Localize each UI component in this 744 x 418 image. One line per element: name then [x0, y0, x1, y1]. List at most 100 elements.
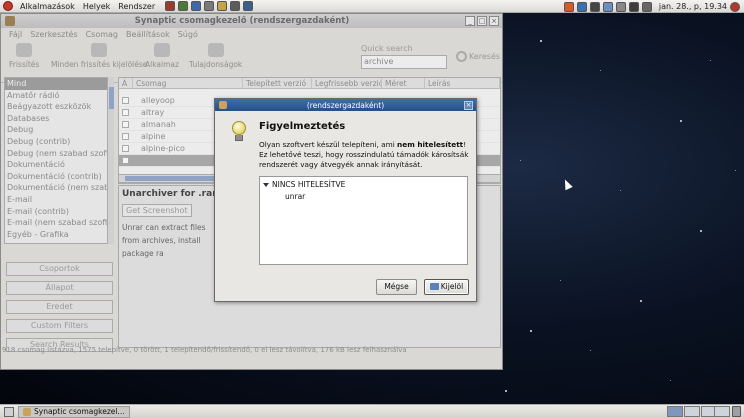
quick-search-label: Quick search — [361, 44, 413, 53]
mail-icon[interactable] — [628, 1, 639, 12]
bottom-panel: Synaptic csomagkezel... — [0, 404, 744, 418]
menu-help[interactable]: Súgó — [174, 30, 202, 39]
mark-button-label: Kijelöl — [440, 282, 464, 291]
filter-status-button[interactable]: Állapot — [6, 281, 113, 295]
category-item[interactable]: Debug (nem szabad szoftv — [5, 148, 112, 160]
dialog-close-button[interactable]: × — [464, 100, 473, 110]
top-panel: Alkalmazások Helyek Rendszer jan. 28., p… — [0, 0, 744, 13]
package-checkbox[interactable] — [122, 157, 129, 164]
taskbar-item-synaptic[interactable]: Synaptic csomagkezel... — [18, 405, 130, 418]
launcher-icon-2[interactable] — [178, 1, 189, 11]
category-item[interactable]: Egyéb - Grafika — [5, 229, 112, 241]
launcher-icon-1[interactable] — [165, 1, 176, 11]
filter-custom-button[interactable]: Custom Filters — [6, 319, 113, 333]
workspace-4[interactable] — [714, 406, 730, 417]
category-item[interactable]: Dokumentáció — [5, 159, 112, 171]
dialog-message-part1: Olyan szoftvert készül telepíteni, ami — [259, 140, 398, 149]
tree-root-label: NINCS HITELESÍTVE — [272, 180, 346, 189]
apply-button[interactable]: Alkalmaz — [145, 43, 179, 69]
minimize-button[interactable]: _ — [465, 16, 475, 26]
expand-arrow-icon[interactable] — [263, 182, 269, 187]
category-item[interactable]: E-mail — [5, 194, 112, 206]
launcher-icon-6[interactable] — [230, 1, 241, 11]
dialog-message-bold: nem hitelesített — [397, 140, 464, 149]
category-list: Mind Amatőr rádió Beágyazott eszközök Da… — [4, 77, 113, 244]
clock[interactable]: jan. 28., p, 19.34 — [659, 2, 727, 11]
menu-package[interactable]: Csomag — [82, 30, 122, 39]
category-item[interactable]: Beágyazott eszközök — [5, 101, 112, 113]
tree-child-item[interactable]: unrar — [285, 192, 305, 201]
category-item[interactable]: Mind — [5, 78, 112, 90]
description-text: Unrar can extract files from archives, i… — [122, 223, 206, 258]
launcher-icon-5[interactable] — [217, 1, 228, 11]
package-checkbox[interactable] — [122, 121, 129, 128]
menu-applications[interactable]: Alkalmazások — [16, 2, 79, 11]
battery-icon[interactable] — [641, 1, 652, 12]
network-icon[interactable] — [589, 1, 600, 12]
scrollbar-thumb[interactable] — [109, 87, 114, 109]
ubuntu-logo-icon[interactable] — [3, 1, 13, 11]
show-desktop-icon[interactable] — [4, 406, 14, 417]
category-item[interactable]: Debug — [5, 124, 112, 136]
menu-file[interactable]: Fájl — [5, 30, 26, 39]
unauthenticated-package-list: NINCS HITELESÍTVE unrar — [259, 176, 468, 265]
mark-all-upgrades-button[interactable]: Minden frissítés kijelölése — [51, 43, 147, 69]
reload-button[interactable]: Frissítés — [9, 43, 39, 69]
quick-search-input[interactable]: archive — [361, 55, 447, 69]
category-scrollbar[interactable] — [107, 77, 114, 244]
trash-icon[interactable] — [732, 406, 741, 417]
category-item[interactable]: E-mail (contrib) — [5, 206, 112, 218]
power-icon[interactable] — [730, 1, 740, 12]
category-item[interactable]: Amatőr rádió — [5, 90, 112, 102]
update-notifier-icon[interactable] — [563, 1, 574, 12]
close-button[interactable]: × — [489, 16, 499, 26]
category-item[interactable]: Dokumentáció (contrib) — [5, 171, 112, 183]
status-bar: 918 csomag listázva, 1575 telepítve, 0 t… — [2, 346, 407, 354]
launcher-icon-4[interactable] — [204, 1, 215, 11]
search-button[interactable]: Keresés — [456, 51, 500, 62]
window-titlebar[interactable]: Synaptic csomagkezelő (rendszergazdaként… — [1, 14, 502, 28]
col-package[interactable]: Csomag — [133, 78, 243, 88]
package-checkbox[interactable] — [122, 97, 129, 104]
category-item[interactable]: Dokumentáció (nem szabad — [5, 182, 112, 194]
col-size[interactable]: Méret — [382, 78, 425, 88]
category-item[interactable]: Debug (contrib) — [5, 136, 112, 148]
tree-root-item[interactable]: NINCS HITELESÍTVE — [263, 180, 345, 189]
category-item[interactable]: Databases — [5, 113, 112, 125]
scrollbar-thumb[interactable] — [125, 176, 215, 181]
menu-edit[interactable]: Szerkesztés — [26, 30, 81, 39]
mark-button[interactable]: Kijelöl — [424, 279, 469, 295]
package-checkbox[interactable] — [122, 109, 129, 116]
dialog-titlebar[interactable]: (rendszergazdaként) × — [215, 99, 476, 111]
filter-sections-button[interactable]: Csoportok — [6, 262, 113, 276]
maximize-button[interactable]: □ — [477, 16, 487, 26]
category-item[interactable]: E-mail (nem szabad szoftv — [5, 217, 112, 229]
col-installed-version[interactable]: Telepített verzió — [243, 78, 312, 88]
workspace-2[interactable] — [684, 406, 700, 417]
filter-origin-button[interactable]: Eredet — [6, 300, 113, 314]
menu-places[interactable]: Helyek — [79, 2, 114, 11]
mark-icon — [429, 283, 439, 290]
workspace-1[interactable] — [667, 406, 683, 417]
launcher-icon-3[interactable] — [191, 1, 202, 11]
package-checkbox[interactable] — [122, 133, 129, 140]
taskbar-item-label: Synaptic csomagkezel... — [34, 407, 125, 416]
col-latest-version[interactable]: Legfrissebb verzió — [312, 78, 382, 88]
dialog-app-icon — [219, 101, 227, 109]
display-icon[interactable] — [602, 1, 613, 12]
menu-settings[interactable]: Beállítások — [122, 30, 174, 39]
col-description[interactable]: Leírás — [425, 78, 500, 88]
bluetooth-icon[interactable] — [576, 1, 587, 12]
properties-icon — [207, 43, 224, 57]
get-screenshot-button[interactable]: Get Screenshot — [122, 204, 192, 217]
launcher-icon-7[interactable] — [243, 1, 254, 11]
menu-system[interactable]: Rendszer — [114, 2, 159, 11]
dialog-title: (rendszergazdaként) — [306, 100, 385, 110]
reload-icon — [16, 43, 33, 57]
cancel-button[interactable]: Mégse — [376, 279, 417, 295]
volume-icon[interactable] — [615, 1, 626, 12]
col-status[interactable]: Á — [119, 78, 133, 88]
package-checkbox[interactable] — [122, 145, 129, 152]
synaptic-icon — [5, 16, 15, 26]
properties-button[interactable]: Tulajdonságok — [189, 43, 242, 69]
